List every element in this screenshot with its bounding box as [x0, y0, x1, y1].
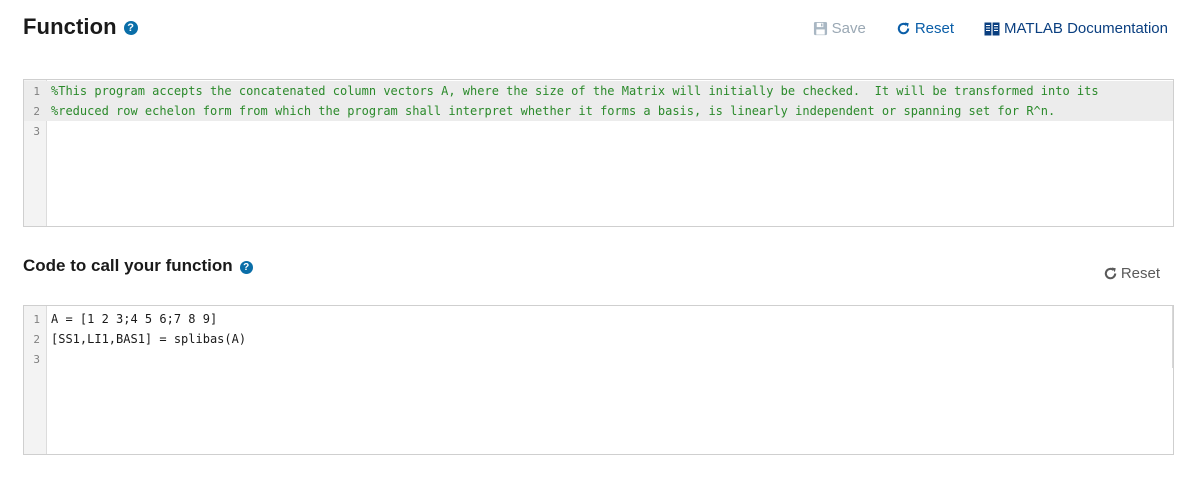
function-code-editor[interactable]: 1 %This program accepts the concatenated…: [23, 79, 1174, 227]
function-toolbar: Save Reset MATLAB Documentation: [783, 20, 1168, 37]
reset-button[interactable]: Reset: [896, 20, 954, 37]
code-line[interactable]: 3: [24, 121, 1173, 141]
save-button[interactable]: Save: [813, 20, 866, 37]
code-text: %reduced row echelon form from which the…: [51, 104, 1056, 118]
reset-label: Reset: [1120, 265, 1160, 282]
code-line[interactable]: 1 A = [1 2 3;4 5 6;7 8 9]: [24, 309, 1173, 329]
line-number: 2: [33, 104, 40, 118]
line-number: 3: [33, 352, 40, 366]
question-circle-icon[interactable]: ?: [239, 260, 253, 274]
refresh-icon: [1103, 266, 1118, 281]
code-line[interactable]: 2 [SS1,LI1,BAS1] = splibas(A): [24, 329, 1173, 349]
code-text: [SS1,LI1,BAS1] = splibas(A): [51, 332, 247, 346]
line-number: 1: [33, 84, 40, 98]
save-label: Save: [831, 20, 866, 37]
call-function-title: Code to call your function: [23, 256, 233, 275]
code-line[interactable]: 3: [24, 349, 1173, 369]
book-icon: [984, 22, 1000, 36]
function-title: Function: [23, 14, 117, 39]
refresh-icon: [896, 21, 911, 36]
code-line[interactable]: 2 %reduced row echelon form from which t…: [24, 101, 1173, 121]
page: Function ? Save Reset MATLAB Documentati…: [0, 0, 1204, 483]
matlab-documentation-link[interactable]: MATLAB Documentation: [984, 20, 1168, 37]
reset-call-code-button[interactable]: Reset: [1103, 265, 1160, 282]
code-text: A = [1 2 3;4 5 6;7 8 9]: [51, 312, 218, 326]
code-text: %This program accepts the concatenated c…: [51, 84, 1099, 98]
floppy-disk-icon: [813, 21, 828, 36]
call-function-header: Code to call your function ?: [23, 256, 253, 276]
line-number: 2: [33, 332, 40, 346]
line-number: 1: [33, 312, 40, 326]
code-line[interactable]: 1 %This program accepts the concatenated…: [24, 81, 1173, 101]
documentation-label: MATLAB Documentation: [1004, 20, 1168, 37]
reset-label: Reset: [914, 20, 955, 37]
call-code-editor[interactable]: 1 A = [1 2 3;4 5 6;7 8 9] 2 [SS1,LI1,BAS…: [23, 305, 1174, 455]
line-number: 3: [33, 124, 40, 138]
question-circle-icon[interactable]: ?: [123, 21, 138, 35]
function-header: Function ?: [23, 14, 138, 40]
